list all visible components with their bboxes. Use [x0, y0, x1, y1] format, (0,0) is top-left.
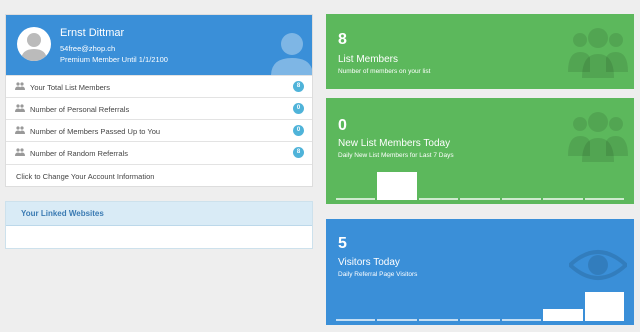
profile-email: 54free@zhop.ch: [60, 44, 116, 53]
tile-title: List Members: [338, 54, 399, 65]
tile-value: 5: [338, 235, 347, 252]
visitors-bar-chart: [335, 281, 625, 321]
bar-baseline: [336, 198, 376, 200]
stat-badge: 8: [293, 147, 304, 158]
tile-subtitle: Daily Referral Page Visitors: [338, 271, 418, 278]
stat-badge: 8: [293, 81, 304, 92]
avatar: [17, 27, 51, 61]
users-icon: [15, 148, 25, 156]
list-members-tile[interactable]: 8 List Members Number of members on your…: [326, 14, 634, 89]
stat-row-personal-referrals[interactable]: Number of Personal Referrals 0: [6, 97, 312, 119]
new-members-bar-chart: [335, 160, 625, 200]
stat-badge: 0: [293, 125, 304, 136]
users-icon: [15, 104, 25, 112]
chart-bar: [377, 172, 417, 200]
linked-websites-header[interactable]: Your Linked Websites: [6, 202, 312, 226]
bar-baseline: [336, 319, 376, 321]
profile-name: Ernst Dittmar: [60, 27, 125, 39]
bar-baseline: [377, 319, 417, 321]
users-icon: [15, 82, 25, 90]
visitors-today-tile[interactable]: 5 Visitors Today Daily Referral Page Vis…: [326, 219, 634, 325]
change-account-link[interactable]: Click to Change Your Account Information: [6, 164, 312, 186]
tile-value: 0: [338, 117, 347, 134]
linked-websites-panel: Your Linked Websites: [5, 201, 313, 249]
bar-baseline: [460, 198, 500, 200]
tile-title: New List Members Today: [338, 138, 451, 149]
stat-label: Number of Random Referrals: [30, 149, 128, 158]
user-icon: [271, 33, 312, 75]
profile-header: Ernst Dittmar 54free@zhop.ch Premium Mem…: [6, 15, 312, 75]
avatar-placeholder-icon: [21, 33, 47, 61]
tile-value: 8: [338, 31, 347, 48]
new-list-members-tile[interactable]: 0 New List Members Today Daily New List …: [326, 98, 634, 204]
linked-websites-title: Your Linked Websites: [21, 209, 104, 218]
stat-badge: 0: [293, 103, 304, 114]
chart-bar: [584, 292, 624, 321]
stat-label: Number of Members Passed Up to You: [30, 127, 161, 136]
users-icon: [568, 28, 628, 78]
bar-baseline: [584, 198, 624, 200]
chart-bar: [543, 309, 583, 321]
bar-baseline: [501, 198, 542, 200]
stat-row-random-referrals[interactable]: Number of Random Referrals 8: [6, 141, 312, 163]
users-icon: [568, 112, 628, 162]
membership-status: Premium Member Until 1/1/2100: [60, 55, 168, 64]
tile-subtitle: Daily New List Members for Last 7 Days: [338, 152, 454, 159]
bar-baseline: [501, 319, 542, 321]
stat-label: Number of Personal Referrals: [30, 105, 130, 114]
stat-label: Your Total List Members: [30, 83, 111, 92]
users-icon: [15, 126, 25, 134]
profile-card: Ernst Dittmar 54free@zhop.ch Premium Mem…: [5, 14, 313, 187]
stat-row-members-passed-up[interactable]: Number of Members Passed Up to You 0: [6, 119, 312, 141]
eye-icon: [569, 250, 627, 280]
bar-baseline: [418, 319, 459, 321]
bar-baseline: [460, 319, 500, 321]
tile-title: Visitors Today: [338, 257, 400, 268]
bar-baseline: [418, 198, 459, 200]
stat-row-total-list-members[interactable]: Your Total List Members 8: [6, 75, 312, 97]
change-account-label: Click to Change Your Account Information: [16, 172, 155, 181]
tile-subtitle: Number of members on your list: [338, 68, 431, 75]
bar-baseline: [543, 198, 583, 200]
